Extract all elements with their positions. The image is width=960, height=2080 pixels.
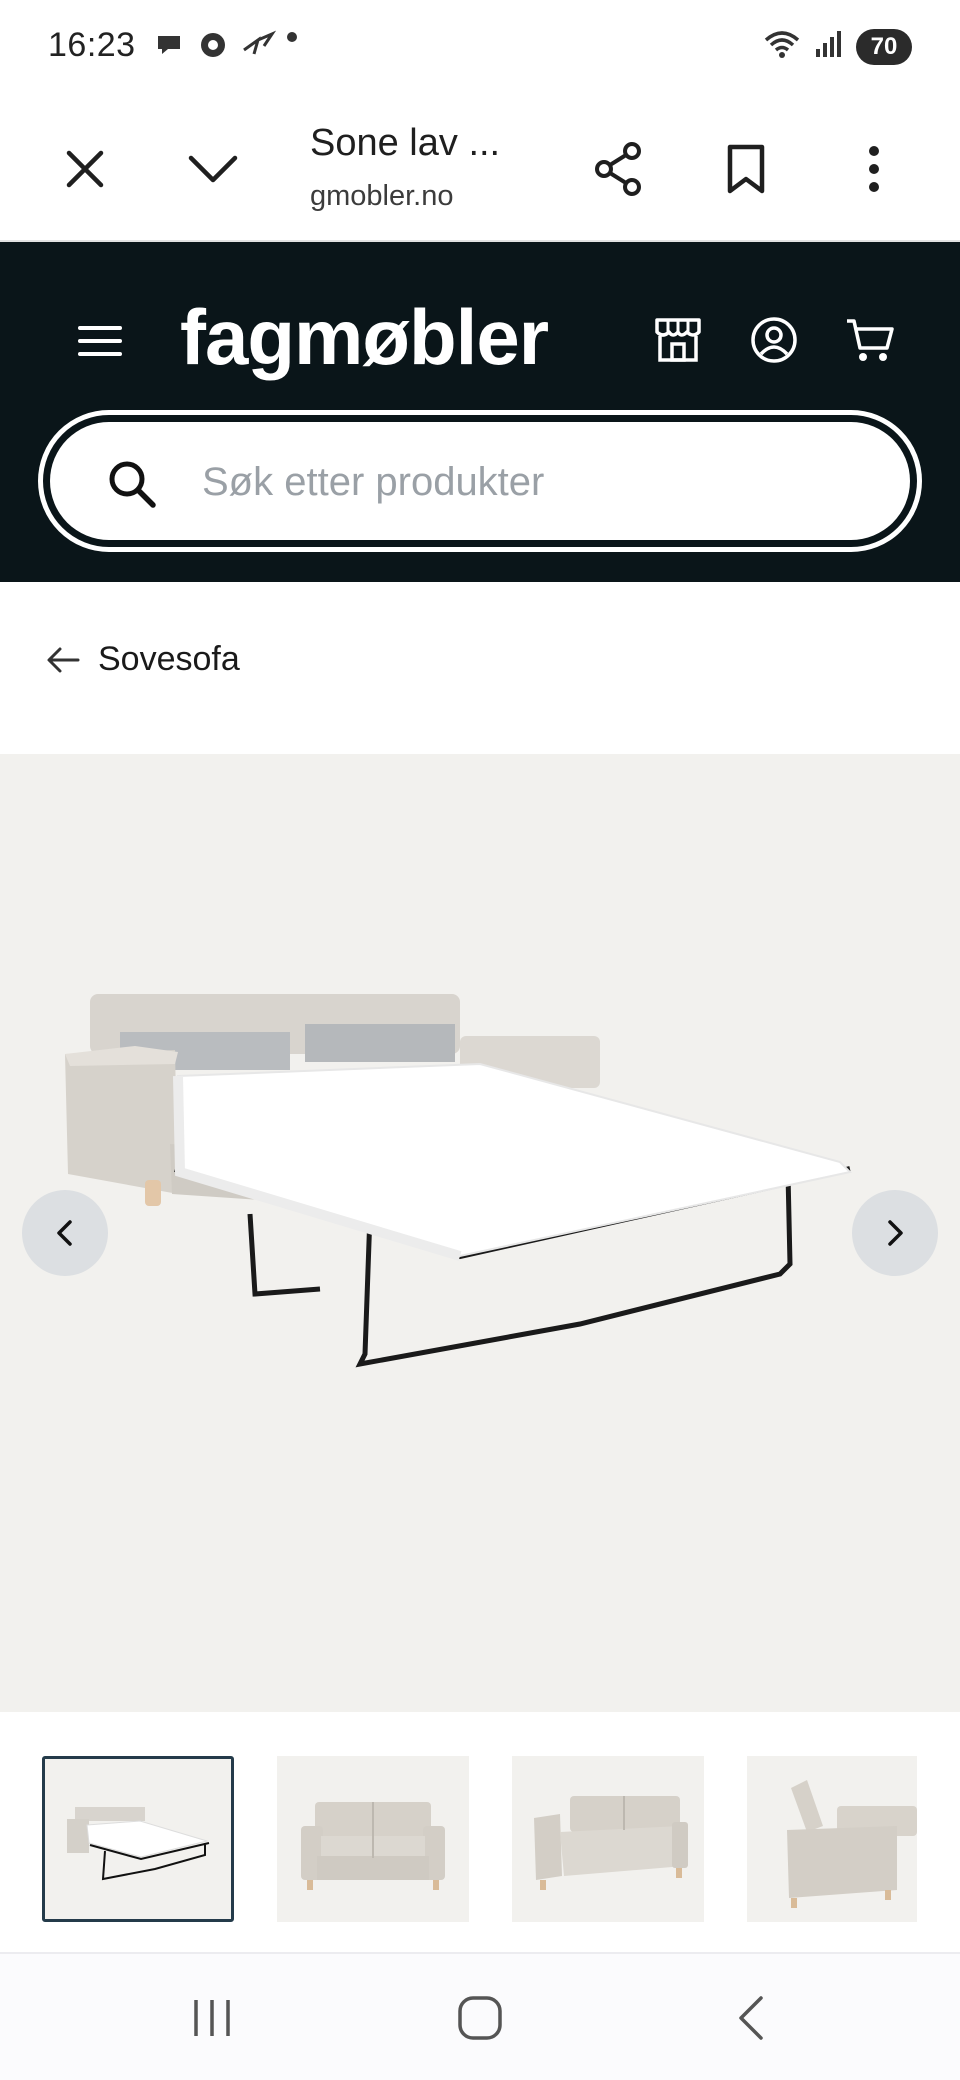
breadcrumb[interactable]: Sovesofa xyxy=(46,640,240,679)
chevron-right-icon xyxy=(888,1220,903,1246)
thumbnail-sofa-side[interactable] xyxy=(747,1756,917,1922)
account-button[interactable] xyxy=(746,312,802,368)
system-status: 70 xyxy=(762,28,912,65)
browser-toolbar: Sone lav ... gmobler.no xyxy=(0,96,960,242)
chevron-left-icon xyxy=(57,1220,72,1246)
search-container xyxy=(38,410,922,552)
share-button[interactable] xyxy=(578,129,658,209)
share-icon xyxy=(595,142,641,196)
gallery-prev-button[interactable] xyxy=(22,1190,108,1276)
menu-icon-line xyxy=(78,326,122,330)
search-input[interactable] xyxy=(202,442,842,522)
status-time: 16:23 xyxy=(48,26,136,64)
chat-bubble-icon xyxy=(154,30,184,60)
close-tab-button[interactable] xyxy=(45,129,125,209)
page-url: gmobler.no xyxy=(310,180,454,212)
thumbnail-image xyxy=(67,1807,210,1881)
store-button[interactable] xyxy=(650,312,706,368)
page-title: Sone lav ... xyxy=(310,122,501,164)
menu-icon-line xyxy=(78,352,122,356)
recent-apps-button[interactable] xyxy=(182,1990,242,2046)
wifi-icon xyxy=(762,28,802,65)
chrome-icon xyxy=(198,30,228,60)
site-header: fagmøbler xyxy=(0,242,960,582)
search-box[interactable] xyxy=(50,422,910,540)
more-options-button[interactable] xyxy=(834,129,914,209)
system-nav-bar xyxy=(0,1952,960,2080)
thumbnail-image xyxy=(301,1802,445,1890)
thumbnail-image xyxy=(787,1780,917,1908)
back-icon xyxy=(739,1996,763,2040)
product-image[interactable] xyxy=(60,994,900,1414)
product-gallery xyxy=(0,754,960,1712)
thumbnail-sofa-bed-open[interactable] xyxy=(42,1756,234,1922)
cart-button[interactable] xyxy=(842,312,898,368)
home-button[interactable] xyxy=(450,1990,510,2046)
bookmark-button[interactable] xyxy=(706,129,786,209)
thumbnail-sofa-angle[interactable] xyxy=(512,1756,704,1922)
battery-indicator: 70 xyxy=(856,28,912,65)
bird-icon xyxy=(242,30,277,60)
menu-button[interactable] xyxy=(78,326,122,356)
back-button[interactable] xyxy=(720,1990,780,2046)
status-bar: 16:23 70 xyxy=(0,0,960,96)
bookmark-icon xyxy=(727,144,765,194)
menu-icon-line xyxy=(78,339,122,343)
search-icon xyxy=(109,461,156,508)
minimize-button[interactable] xyxy=(173,129,253,209)
user-icon xyxy=(751,317,797,363)
thumbnail-strip xyxy=(0,1712,960,1952)
site-logo[interactable]: fagmøbler xyxy=(180,292,549,383)
cart-icon xyxy=(847,319,894,361)
store-icon xyxy=(655,318,701,362)
breadcrumb-label: Sovesofa xyxy=(98,640,240,678)
thumbnail-image xyxy=(534,1796,688,1890)
signal-icon xyxy=(814,29,844,64)
chevron-down-icon xyxy=(188,155,238,183)
notification-icons xyxy=(154,30,298,60)
more-vert-icon xyxy=(869,146,879,192)
arrow-left-icon xyxy=(47,647,80,672)
thumbnail-sofa-front[interactable] xyxy=(277,1756,469,1922)
dot-icon xyxy=(286,30,298,60)
recent-apps-icon xyxy=(194,2000,230,2036)
close-icon xyxy=(66,150,104,188)
home-icon xyxy=(458,1996,502,2040)
gallery-next-button[interactable] xyxy=(852,1190,938,1276)
